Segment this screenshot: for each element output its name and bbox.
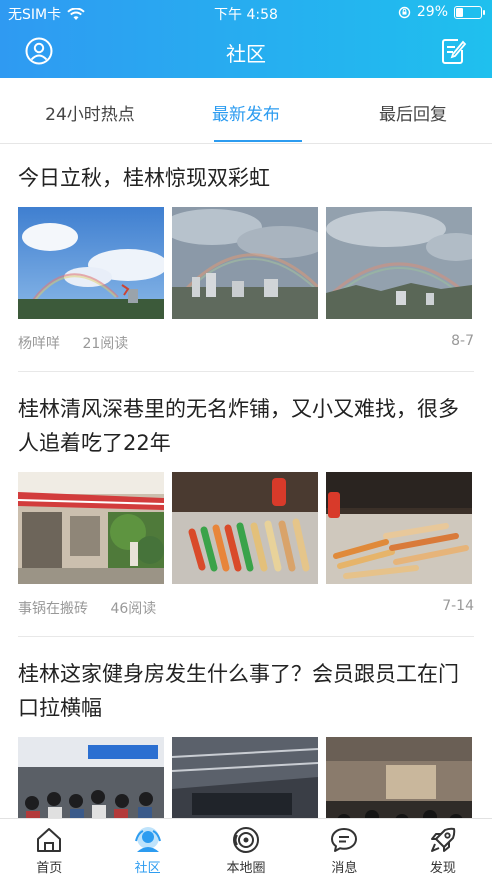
edit-icon[interactable] — [438, 36, 468, 66]
tabbar-item-messages[interactable]: 消息 — [295, 819, 393, 878]
post-title[interactable]: 桂林清风深巷里的无名炸铺，又小又难找，很多人追着吃了22年 — [18, 372, 474, 460]
message-icon — [331, 828, 358, 852]
post-author[interactable]: 事锅在搬砖 — [18, 601, 88, 617]
post-image[interactable] — [326, 737, 472, 818]
post-date: 7-14 — [442, 598, 474, 614]
post-image[interactable] — [326, 207, 472, 319]
post-reads: 46阅读 — [110, 601, 157, 617]
community-icon — [134, 827, 161, 852]
post-item[interactable]: 桂林清风深巷里的无名炸铺，又小又难找，很多人追着吃了22年 事锅在搬砖 46阅读… — [0, 372, 492, 618]
post-item[interactable]: 今日立秋，桂林惊现双彩虹 杨咩咩 21阅读 8-7 — [0, 145, 492, 353]
post-image[interactable] — [18, 472, 164, 584]
post-date: 8-7 — [451, 333, 474, 349]
tabbar-label: 首页 — [36, 861, 63, 876]
tab-latest[interactable]: 最新发布 — [181, 100, 311, 125]
tabbar-label: 社区 — [134, 861, 161, 876]
page-title: 社区 — [226, 42, 266, 66]
battery-percent: 29% — [416, 4, 448, 20]
tabbar-item-home[interactable]: 首页 — [0, 819, 98, 878]
status-bar: 无SIM卡 下午 4:58 29% — [0, 0, 492, 26]
post-item[interactable]: 桂林这家健身房发生什么事了？会员跟员工在门口拉横幅 — [0, 637, 492, 818]
top-bar: 无SIM卡 下午 4:58 29% 社区 — [0, 0, 492, 78]
feed-tabs: 24小时热点 最新发布 最后回复 — [0, 78, 492, 144]
post-title[interactable]: 桂林这家健身房发生什么事了？会员跟员工在门口拉横幅 — [18, 637, 474, 725]
post-image[interactable] — [172, 472, 318, 584]
tabbar-label: 发现 — [429, 861, 456, 876]
post-author[interactable]: 杨咩咩 — [18, 336, 60, 352]
local-circle-icon — [233, 827, 260, 853]
tabbar-item-discover[interactable]: 发现 — [394, 819, 492, 878]
post-image[interactable] — [172, 207, 318, 319]
battery-icon — [454, 5, 485, 19]
post-image[interactable] — [172, 737, 318, 818]
rocket-icon — [430, 827, 456, 852]
tabbar-item-community[interactable]: 社区 — [98, 819, 196, 878]
post-image[interactable] — [326, 472, 472, 584]
active-tab-indicator — [214, 140, 302, 142]
post-image[interactable] — [18, 207, 164, 319]
tab-last-reply[interactable]: 最后回复 — [348, 100, 478, 125]
tab-24h-hot[interactable]: 24小时热点 — [25, 100, 155, 125]
post-title[interactable]: 今日立秋，桂林惊现双彩虹 — [18, 145, 474, 195]
post-feed[interactable]: 今日立秋，桂林惊现双彩虹 杨咩咩 21阅读 8-7 桂林清风深巷里的无名炸铺，又… — [0, 145, 492, 818]
post-image[interactable] — [18, 737, 164, 818]
tabbar-label: 消息 — [331, 861, 358, 876]
orientation-lock-icon — [398, 6, 411, 18]
home-icon — [37, 828, 62, 852]
tabbar-label: 本地圈 — [226, 861, 266, 876]
tabbar-item-local-circle[interactable]: 本地圈 — [197, 819, 295, 878]
bottom-tab-bar: 首页 社区 本地圈 消息 发现 — [0, 818, 492, 878]
post-reads: 21阅读 — [82, 336, 129, 352]
